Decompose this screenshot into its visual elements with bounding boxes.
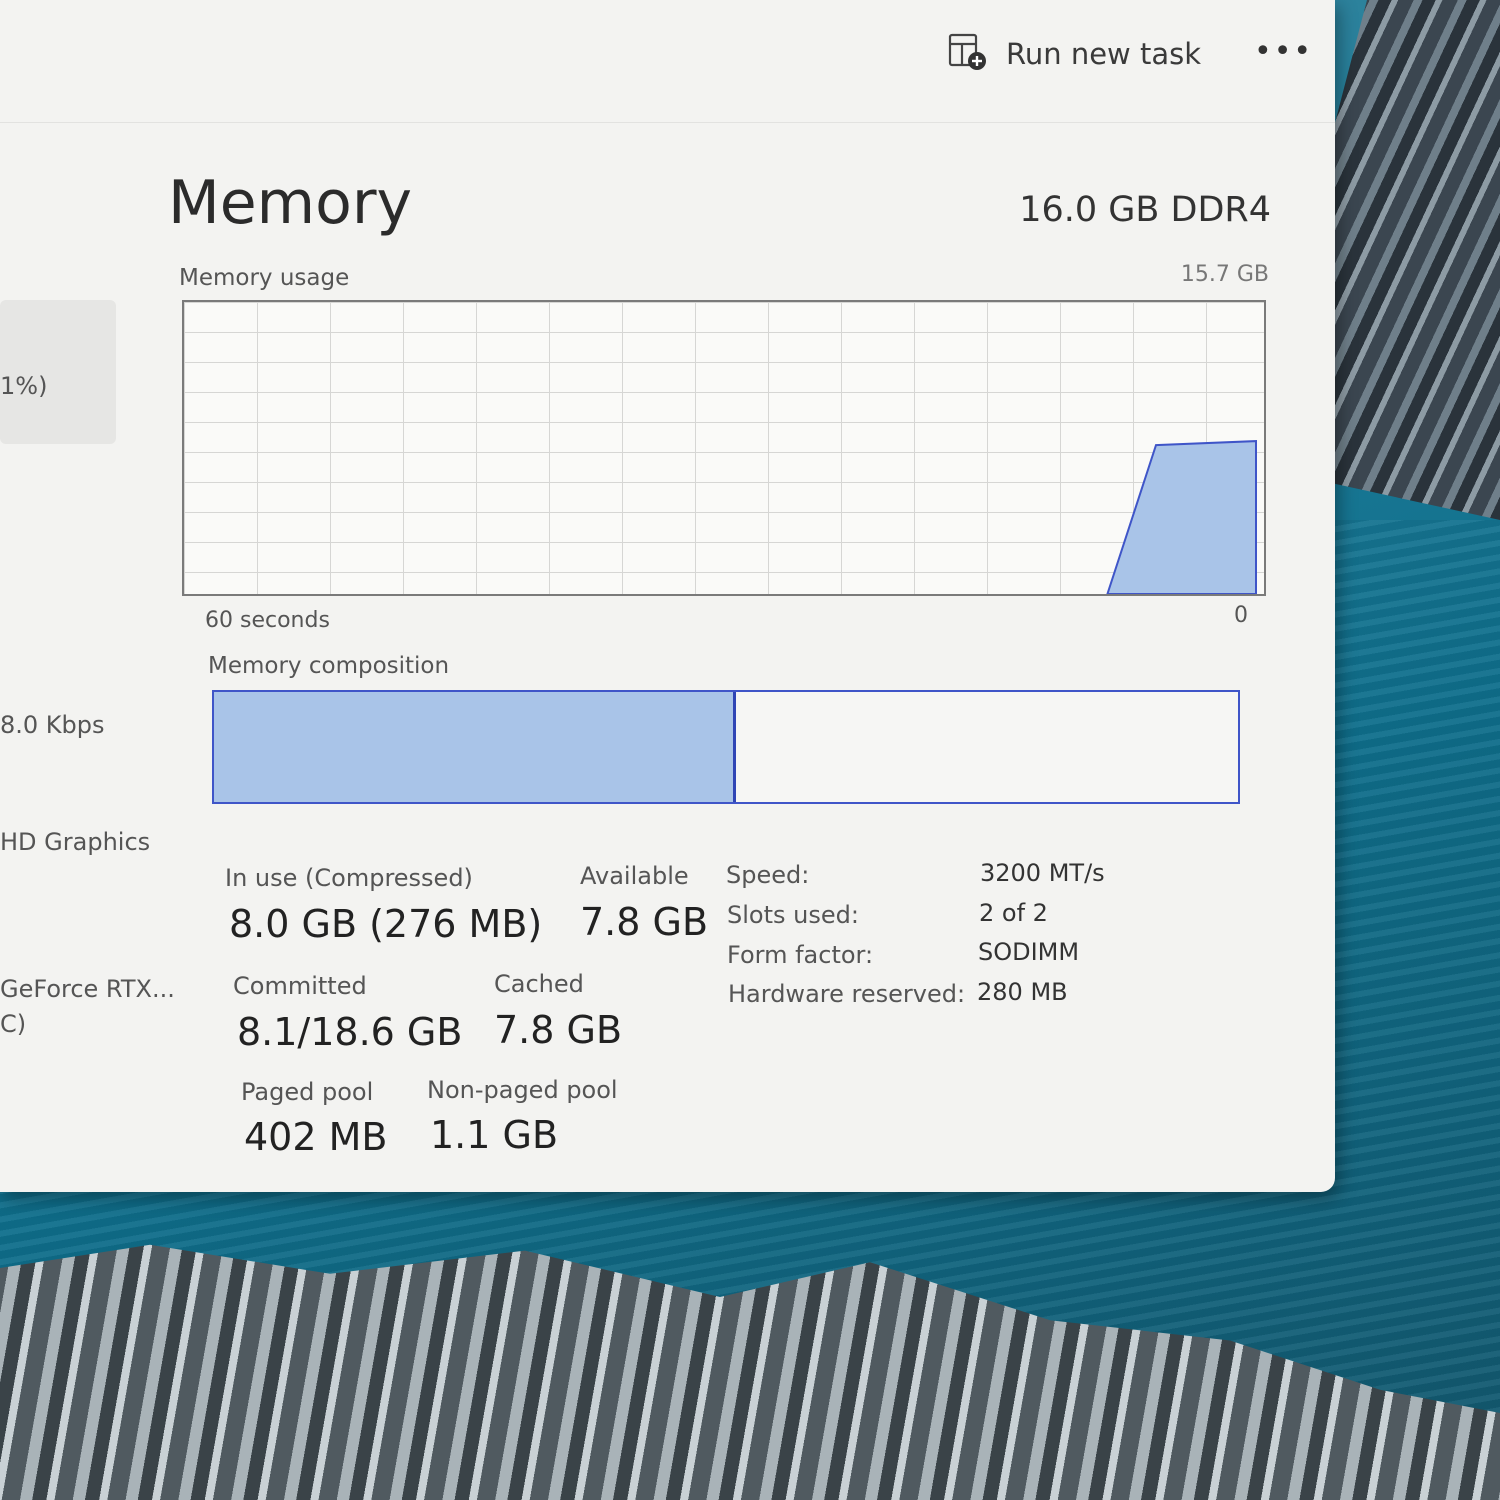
- more-options-button[interactable]: •••: [1254, 34, 1311, 74]
- memory-usage-max: 15.7 GB: [1180, 262, 1269, 287]
- task-manager-window: Run new task ••• 1%) 8.0 Kbps HD Graphic…: [0, 0, 1335, 1192]
- in-use-label: In use (Compressed): [225, 864, 473, 892]
- in-use-value: 8.0 GB (276 MB): [229, 902, 543, 946]
- memory-composition-bar: [212, 690, 1240, 804]
- sidebar-item-gpu1-detail[interactable]: GeForce RTX...: [0, 975, 175, 1003]
- sidebar-item-gpu0-detail[interactable]: HD Graphics: [0, 828, 150, 856]
- sidebar-item-gpu1-subdetail[interactable]: C): [0, 1010, 26, 1038]
- sidebar-item-network-detail[interactable]: 8.0 Kbps: [0, 711, 105, 739]
- paged-pool-label: Paged pool: [241, 1078, 374, 1106]
- form-factor-value: SODIMM: [978, 938, 1080, 966]
- speed-value: 3200 MT/s: [980, 859, 1105, 887]
- run-task-icon: [948, 32, 988, 76]
- memory-usage-area: [1106, 440, 1257, 594]
- memory-usage-graph: [182, 300, 1266, 596]
- available-value: 7.8 GB: [580, 900, 709, 944]
- run-new-task-button[interactable]: Run new task: [948, 32, 1201, 76]
- available-label: Available: [580, 862, 689, 890]
- memory-composition-label: Memory composition: [208, 653, 450, 679]
- memory-composition-in-use: [214, 692, 737, 802]
- committed-label: Committed: [233, 972, 367, 1000]
- run-new-task-label: Run new task: [1006, 37, 1202, 71]
- memory-usage-label: Memory usage: [179, 265, 350, 291]
- wallpaper-rock: [1310, 0, 1500, 520]
- form-factor-label: Form factor:: [727, 941, 874, 969]
- cached-value: 7.8 GB: [494, 1008, 623, 1052]
- non-paged-pool-label: Non-paged pool: [427, 1076, 618, 1104]
- hardware-reserved-label: Hardware reserved:: [728, 980, 966, 1008]
- cached-label: Cached: [494, 970, 584, 998]
- hardware-reserved-value: 280 MB: [977, 978, 1068, 1006]
- page-title: Memory: [168, 168, 413, 238]
- committed-value: 8.1/18.6 GB: [237, 1010, 463, 1054]
- graph-axis-left-label: 60 seconds: [205, 608, 330, 633]
- non-paged-pool-value: 1.1 GB: [430, 1113, 559, 1157]
- toolbar: Run new task •••: [0, 0, 1335, 123]
- memory-spec: 16.0 GB DDR4: [1019, 190, 1271, 230]
- speed-label: Speed:: [726, 861, 810, 889]
- graph-axis-right-label: 0: [1234, 603, 1248, 628]
- sidebar-item-memory-detail[interactable]: 1%): [0, 372, 47, 400]
- paged-pool-value: 402 MB: [244, 1115, 388, 1159]
- slots-used-label: Slots used:: [727, 901, 859, 929]
- slots-used-value: 2 of 2: [979, 899, 1048, 927]
